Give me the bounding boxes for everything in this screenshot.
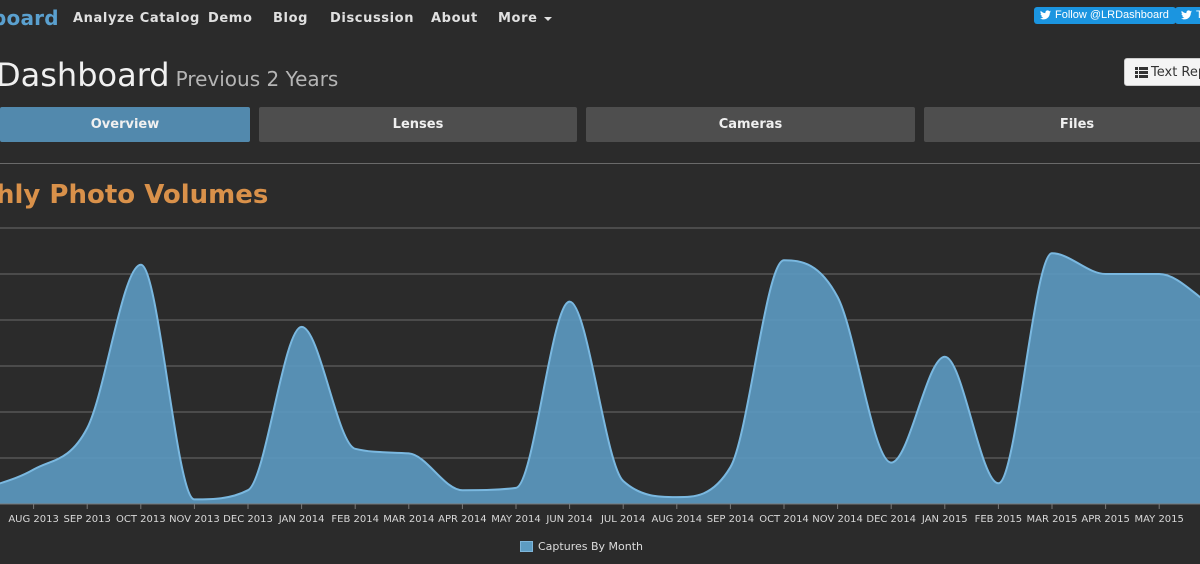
x-tick-label: JAN 2014 — [278, 514, 325, 525]
twitter-tweet-button[interactable]: T — [1175, 7, 1200, 24]
nav-analyze-catalog[interactable]: Analyze Catalog — [73, 11, 200, 26]
nav-discussion[interactable]: Discussion — [330, 11, 414, 26]
x-tick-label: NOV 2014 — [812, 514, 863, 525]
brand-logo[interactable]: board — [0, 6, 59, 30]
page-title: Dashboard Previous 2 Years — [0, 56, 338, 94]
tab-overview[interactable]: Overview — [0, 107, 250, 142]
x-tick-label: DEC 2014 — [866, 514, 916, 525]
tab-lenses[interactable]: Lenses — [259, 107, 577, 142]
x-tick-label: AUG 2013 — [8, 514, 59, 525]
page-title-text: Dashboard — [0, 56, 170, 94]
nav-about[interactable]: About — [431, 11, 478, 26]
x-tick-label: OCT 2014 — [759, 514, 809, 525]
caret-down-icon — [543, 16, 552, 21]
x-tick-label: SEP 2014 — [707, 514, 754, 525]
text-report-button[interactable]: Text Rep — [1124, 58, 1200, 86]
x-tick-label: APR 2015 — [1081, 514, 1129, 525]
nav-more-dropdown[interactable]: More — [498, 11, 552, 26]
list-icon — [1135, 67, 1148, 78]
page-subtitle: Previous 2 Years — [175, 67, 339, 91]
x-tick-label: FEB 2014 — [331, 514, 379, 525]
x-tick-label: MAY 2015 — [1134, 514, 1183, 525]
text-report-label: Text Rep — [1151, 65, 1200, 80]
nav-demo[interactable]: Demo — [208, 11, 253, 26]
chart-legend[interactable]: Captures By Month — [520, 540, 643, 553]
x-tick-label: FEB 2015 — [975, 514, 1023, 525]
twitter-bird-icon — [1040, 10, 1051, 20]
x-tick-label: SEP 2013 — [64, 514, 111, 525]
legend-swatch — [520, 541, 533, 552]
page: board Analyze Catalog Demo Blog Discussi… — [0, 0, 1200, 564]
tab-cameras[interactable]: Cameras — [586, 107, 915, 142]
top-navbar: board Analyze Catalog Demo Blog Discussi… — [0, 0, 1200, 38]
x-tick-label: JUN 2014 — [545, 514, 592, 525]
tab-files[interactable]: Files — [924, 107, 1200, 142]
twitter-tweet-label: T — [1196, 9, 1200, 21]
nav-blog[interactable]: Blog — [273, 11, 308, 26]
x-tick-label: MAR 2015 — [1026, 514, 1077, 525]
x-tick-label: OCT 2013 — [116, 514, 166, 525]
x-tick-label: MAR 2014 — [383, 514, 434, 525]
twitter-bird-icon — [1181, 10, 1192, 20]
x-tick-label: AUG 2014 — [652, 514, 703, 525]
legend-label: Captures By Month — [538, 540, 643, 553]
area-fill — [0, 253, 1200, 504]
nav-more-label: More — [498, 11, 538, 26]
x-tick-label: JAN 2015 — [921, 514, 968, 525]
section-divider — [0, 163, 1200, 164]
twitter-follow-label: Follow @LRDashboard — [1055, 9, 1169, 21]
twitter-follow-button[interactable]: Follow @LRDashboard — [1034, 7, 1176, 24]
section-title: hly Photo Volumes — [0, 180, 269, 210]
x-tick-label: APR 2014 — [438, 514, 486, 525]
x-tick-label: DEC 2013 — [223, 514, 273, 525]
x-tick-label: JUL 2014 — [600, 514, 645, 525]
x-tick-label: NOV 2013 — [169, 514, 220, 525]
x-tick-label: MAY 2014 — [491, 514, 540, 525]
monthly-volume-chart: AUG 2013 SEP 2013 OCT 2013 NOV 2013 DEC 2013… — [0, 227, 1200, 525]
